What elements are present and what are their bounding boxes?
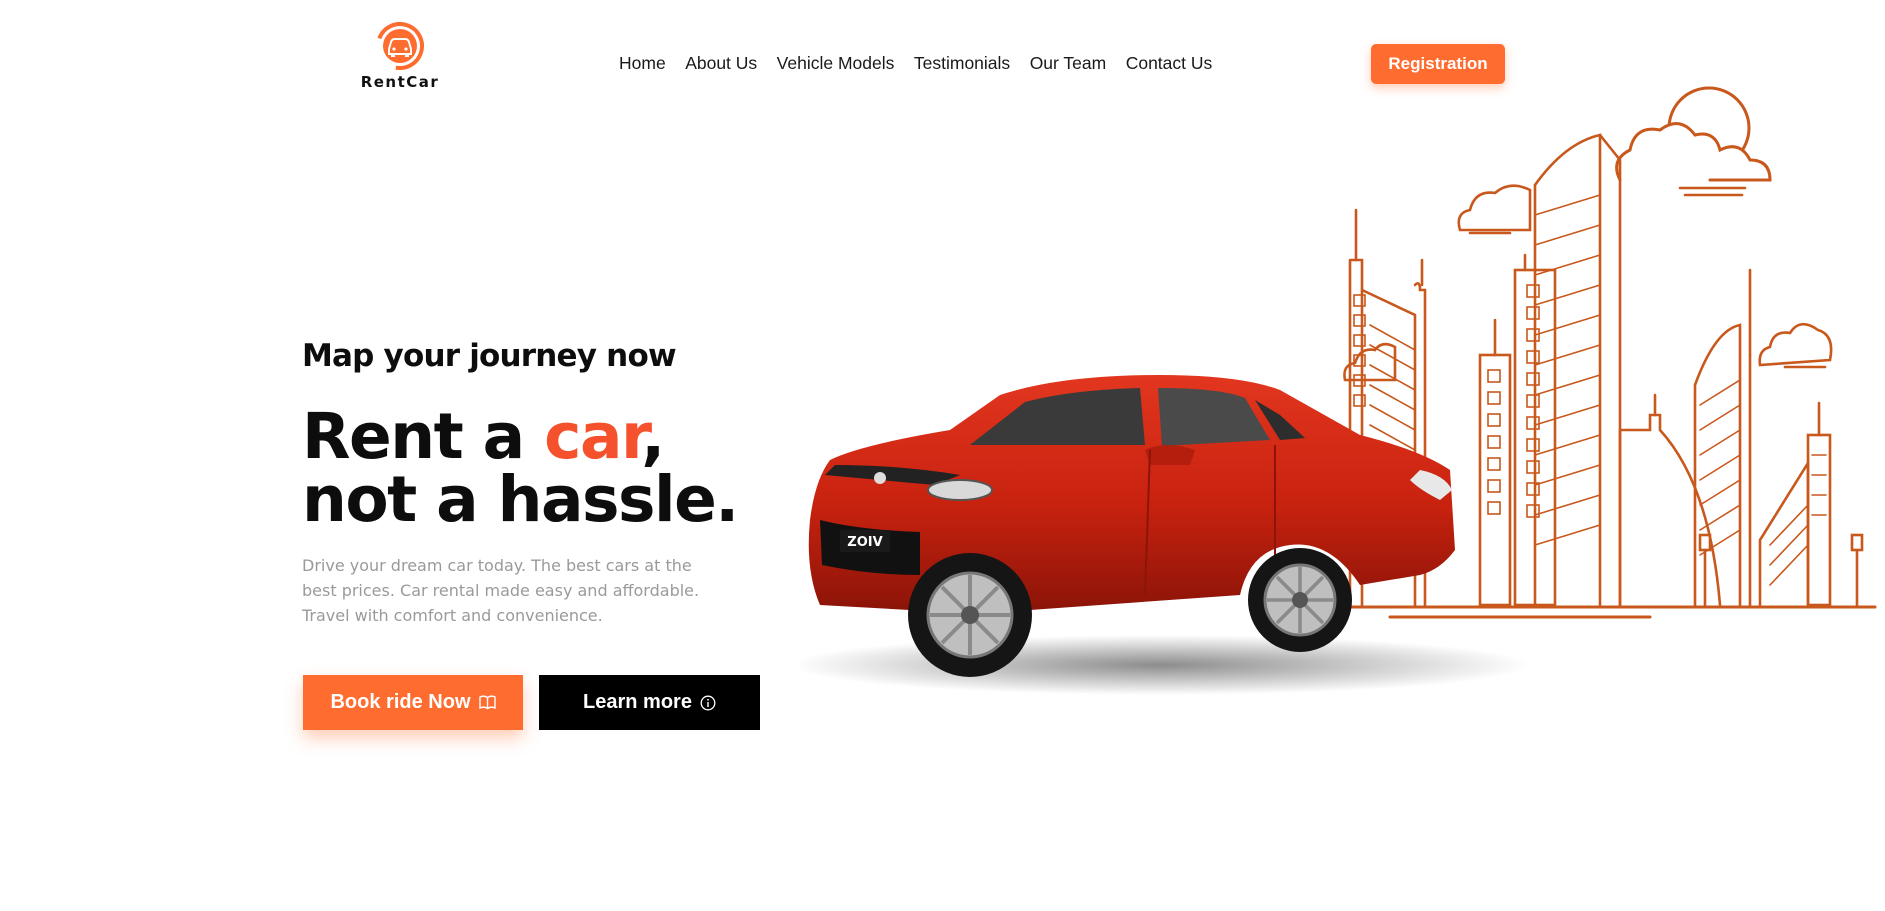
main-nav: Home About Us Vehicle Models Testimonial… <box>619 53 1232 74</box>
nav-about-us[interactable]: About Us <box>685 53 757 74</box>
nav-vehicle-models[interactable]: Vehicle Models <box>777 53 895 74</box>
learn-more-button[interactable]: Learn more <box>539 675 760 730</box>
hero-title-line2: not a hassle. <box>302 463 739 536</box>
book-ride-label: Book ride Now <box>330 691 471 713</box>
book-ride-button[interactable]: Book ride Now <box>303 675 523 730</box>
logo[interactable]: RentCar <box>355 20 445 100</box>
hero-subtitle: Map your journey now <box>302 338 677 374</box>
book-icon <box>478 695 496 710</box>
nav-contact-us[interactable]: Contact Us <box>1126 53 1213 74</box>
hero-description: Drive your dream car today. The best car… <box>302 556 700 625</box>
registration-button[interactable]: Registration <box>1371 44 1505 84</box>
nav-testimonials[interactable]: Testimonials <box>914 53 1010 74</box>
logo-text: RentCar <box>360 73 440 91</box>
license-plate: ZOIV <box>847 535 882 550</box>
red-car-image: ZOIV <box>800 375 1530 695</box>
nav-home[interactable]: Home <box>619 53 666 74</box>
car-logo-icon <box>376 21 424 70</box>
nav-our-team[interactable]: Our Team <box>1030 53 1107 74</box>
hero-title: Rent a car, not a hassle. <box>302 405 739 531</box>
learn-more-label: Learn more <box>583 691 692 713</box>
info-icon <box>700 695 716 710</box>
